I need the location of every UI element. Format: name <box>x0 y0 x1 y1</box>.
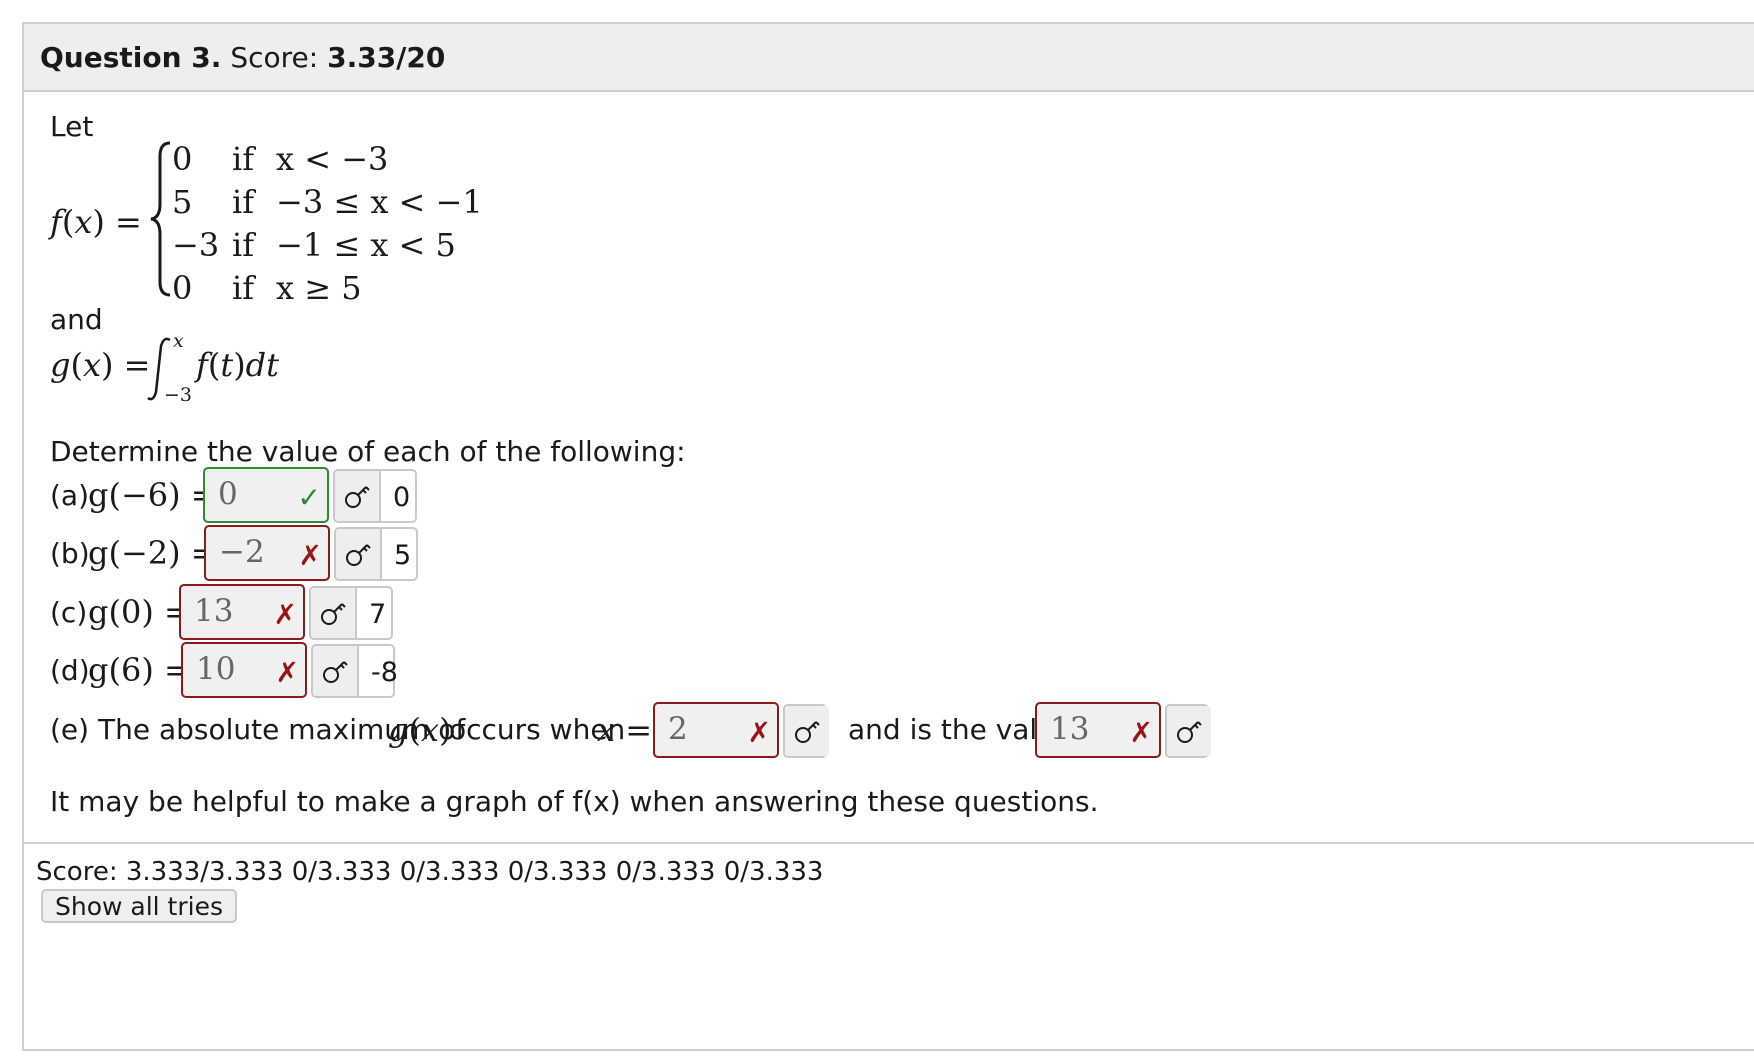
key-answer-value: 0 <box>393 482 411 513</box>
checkmark-icon: ✓ <box>297 481 321 514</box>
case-condition: −3 ≤ x < −1 <box>276 183 483 221</box>
prompt-text: Determine the value of each of the follo… <box>50 435 686 468</box>
brace-icon <box>150 141 171 297</box>
key-answer-value: 5 <box>394 540 412 571</box>
key-icon[interactable] <box>1167 706 1211 756</box>
case-value: 5 <box>172 183 193 221</box>
key-answer-value: 7 <box>369 599 387 630</box>
case-condition: x < −3 <box>276 140 389 178</box>
key-icon[interactable] <box>785 706 829 756</box>
show-all-tries-button[interactable]: Show all tries <box>41 889 237 923</box>
integrand: f(t)dt <box>196 346 280 384</box>
integral-lower: −3 <box>164 384 193 406</box>
part-label: (d) <box>50 654 90 687</box>
key-answer-group: -8 <box>311 644 398 698</box>
key-answer-value: -8 <box>371 657 398 688</box>
answer-field[interactable]: −2 ✗ <box>204 525 330 581</box>
hint-text: It may be helpful to make a graph of f(x… <box>50 785 1099 818</box>
answer-e1-field[interactable]: 2 ✗ <box>653 702 779 758</box>
case-condition: −1 ≤ x < 5 <box>276 226 456 264</box>
question-label: Question 3. <box>40 41 222 74</box>
incorrect-mark-icon: ✗ <box>298 539 322 572</box>
answer-e2-key-button[interactable] <box>1165 704 1211 758</box>
g-lhs: g(x) = <box>50 346 151 384</box>
key-icon[interactable] <box>336 529 382 579</box>
score-label: Score: <box>230 41 319 74</box>
question-score: 3.33/20 <box>327 41 446 74</box>
answer-value: 10 <box>196 651 236 687</box>
part-label: (a) <box>50 479 90 512</box>
answer-field[interactable]: 10 ✗ <box>181 642 307 698</box>
case-if: if <box>232 269 255 307</box>
score-summary: Score: 3.333/3.333 0/3.333 0/3.333 0/3.3… <box>36 857 824 887</box>
case-if: if <box>232 183 255 221</box>
part-expression: g(0) = <box>88 593 191 631</box>
integral-upper: x <box>173 330 184 352</box>
key-answer-group: 5 <box>334 527 418 581</box>
question-header: Question 3. Score: 3.33/20 <box>24 24 1754 92</box>
answer-e1-value: 2 <box>668 711 688 747</box>
answer-e2-field[interactable]: 13 ✗ <box>1035 702 1161 758</box>
case-if: if <box>232 226 255 264</box>
answer-value: −2 <box>219 534 265 570</box>
incorrect-mark-icon: ✗ <box>747 716 771 749</box>
f-lhs: f(x) = <box>50 203 142 241</box>
let-label: Let <box>50 110 94 143</box>
case-condition: x ≥ 5 <box>276 269 362 307</box>
incorrect-mark-icon: ✗ <box>275 656 299 689</box>
and-label: and <box>50 303 103 336</box>
key-icon[interactable] <box>335 471 381 521</box>
key-answer-group: 0 <box>333 469 417 523</box>
footer-divider <box>22 842 1754 844</box>
answer-value: 0 <box>218 476 238 512</box>
part-expression: g(−2) = <box>88 534 218 572</box>
answer-value: 13 <box>194 593 234 629</box>
key-icon[interactable] <box>311 588 357 638</box>
answer-e1-key-button[interactable] <box>783 704 829 758</box>
answer-e2-value: 13 <box>1050 711 1090 747</box>
part-label: (b) <box>50 537 90 570</box>
key-answer-group: 7 <box>309 586 393 640</box>
key-icon[interactable] <box>313 646 359 696</box>
incorrect-mark-icon: ✗ <box>1129 716 1153 749</box>
question-title: Question 3. Score: 3.33/20 <box>40 41 445 74</box>
part-e-gx: g(x) <box>388 711 452 749</box>
case-value: 0 <box>172 269 193 307</box>
part-label: (c) <box>50 596 88 629</box>
part-expression: g(6) = <box>88 651 191 689</box>
answer-field[interactable]: 0 ✓ <box>203 467 329 523</box>
case-value: −3 <box>172 226 220 264</box>
case-value: 0 <box>172 140 193 178</box>
incorrect-mark-icon: ✗ <box>273 598 297 631</box>
part-expression: g(−6) = <box>88 476 218 514</box>
answer-field[interactable]: 13 ✗ <box>179 584 305 640</box>
case-if: if <box>232 140 255 178</box>
part-e-xeq: x = <box>597 711 653 749</box>
